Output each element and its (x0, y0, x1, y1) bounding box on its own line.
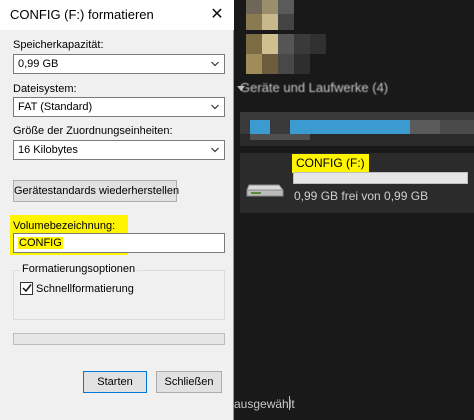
blurred-thumbnail (246, 0, 294, 30)
start-button[interactable]: Starten (83, 371, 147, 393)
allocation-value: 16 Kilobytes (18, 144, 78, 156)
status-separator (289, 396, 290, 410)
close-button[interactable]: Schließen (156, 371, 222, 393)
format-dialog: CONFIG (F:) formatieren ✕ Speicherkapazi… (0, 0, 234, 420)
quick-format-label[interactable]: Schnellformatierung (36, 283, 134, 295)
volume-name-value: CONFIG (18, 237, 63, 249)
dialog-title: CONFIG (F:) formatieren (10, 7, 154, 22)
checkmark-icon (22, 284, 32, 293)
blurred-thumbnail (246, 34, 326, 74)
filesystem-value: FAT (Standard) (18, 101, 93, 113)
format-progress-bar (13, 333, 225, 345)
title-bar[interactable]: CONFIG (F:) formatieren ✕ (0, 0, 234, 30)
drive-free-space: 0,99 GB frei von 0,99 GB (294, 189, 429, 203)
volume-label: Volumebezeichnung: (13, 220, 116, 232)
status-bar-text: ausgewählt (234, 397, 295, 411)
chevron-down-icon (211, 104, 219, 110)
allocation-label: Größe der Zuordnungseinheiten: (13, 125, 173, 137)
filesystem-label: Dateisystem: (13, 83, 77, 95)
drive-name[interactable]: CONFIG (F:) (292, 154, 369, 173)
format-options-title: Formatierungsoptionen (20, 263, 138, 275)
drive-usage-bar (293, 172, 468, 184)
capacity-value: 0,99 GB (18, 58, 59, 70)
capacity-label: Speicherkapazität: (13, 39, 104, 51)
close-icon[interactable]: ✕ (208, 6, 226, 24)
quick-format-checkbox[interactable] (20, 282, 33, 295)
volume-name-input[interactable]: CONFIG (13, 233, 225, 253)
chevron-down-icon (211, 61, 219, 67)
allocation-select[interactable]: 16 Kilobytes (13, 140, 225, 160)
restore-defaults-button[interactable]: Gerätestandards wiederherstellen (13, 180, 179, 202)
capacity-select[interactable]: 0,99 GB (13, 54, 225, 74)
section-header[interactable]: Geräte und Laufwerke (4) (240, 80, 388, 95)
blurred-drive-row (240, 112, 474, 146)
usb-drive-icon (246, 184, 284, 197)
format-options-group (13, 270, 225, 320)
chevron-down-icon (211, 147, 219, 153)
filesystem-select[interactable]: FAT (Standard) (13, 97, 225, 117)
